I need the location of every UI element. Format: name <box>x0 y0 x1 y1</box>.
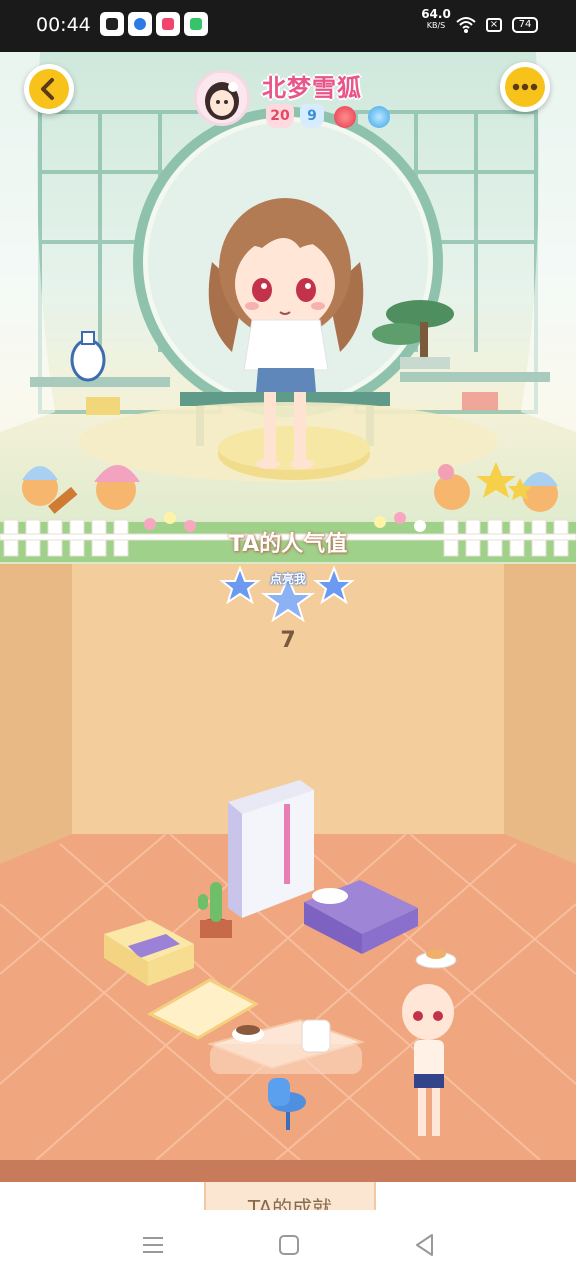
status-bar: 00:44 64.0 KB/S × 74 <box>0 0 576 52</box>
more-dots-icon <box>512 83 538 91</box>
network-speed-value: 64.0 <box>421 7 451 21</box>
avatar[interactable] <box>194 70 250 126</box>
avatar-portrait <box>197 73 247 123</box>
room-illustration <box>0 564 576 1182</box>
back-triangle-icon[interactable] <box>412 1232 438 1258</box>
app-notification-icon <box>100 12 124 36</box>
username: 北梦雪狐 <box>262 74 362 102</box>
green-play-app-icon <box>184 12 208 36</box>
clock-time: 00:44 <box>36 14 91 36</box>
play-app-icon <box>156 12 180 36</box>
menu-icon[interactable] <box>140 1232 166 1258</box>
network-speed: 64.0 KB/S <box>416 8 456 32</box>
more-button[interactable] <box>500 62 550 112</box>
battery-icon: 74 <box>512 17 538 33</box>
home-square-icon[interactable] <box>276 1232 302 1258</box>
battery-level: 74 <box>518 19 532 30</box>
chevron-left-icon <box>41 78 54 100</box>
back-button[interactable] <box>24 64 74 114</box>
light-me-label[interactable]: 点亮我 <box>262 570 314 587</box>
pink-lollipop-icon <box>334 106 356 128</box>
wifi-icon <box>456 17 476 33</box>
network-speed-unit: KB/S <box>426 21 446 30</box>
level-badge-blue: 9 <box>300 104 324 128</box>
character-scene: 北梦雪狐 20 9 <box>0 52 576 564</box>
level-badge-red: 20 <box>266 104 294 128</box>
achievements-tab[interactable]: TA的成就 <box>204 1182 376 1212</box>
popularity-title: TA的人气值 <box>228 532 348 557</box>
popularity-count: 7 <box>280 628 296 653</box>
achievements-tab-label: TA的成就 <box>247 1196 333 1212</box>
system-navigation-bar <box>0 1210 576 1280</box>
room-view: 点亮我 7 <box>0 564 576 1182</box>
x-box-icon: × <box>486 18 502 32</box>
scene-illustration <box>0 52 576 562</box>
blue-lollipop-icon <box>368 106 390 128</box>
video-app-icon <box>128 12 152 36</box>
